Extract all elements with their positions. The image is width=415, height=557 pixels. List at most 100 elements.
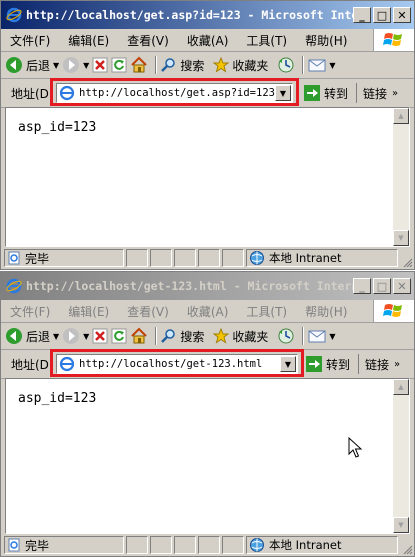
links-button[interactable]: 链接 »: [356, 83, 398, 103]
star-icon: [213, 328, 230, 344]
vertical-scrollbar[interactable]: ▲ ▼: [393, 379, 409, 533]
resize-grip-icon[interactable]: [401, 543, 413, 555]
toolbar-separator: [155, 327, 158, 345]
minimize-button[interactable]: _: [353, 278, 371, 294]
status-panel: [126, 249, 148, 267]
menu-view[interactable]: 查看(V): [118, 303, 178, 320]
menu-file[interactable]: 文件(F): [1, 32, 59, 49]
menu-view[interactable]: 查看(V): [118, 32, 178, 49]
scroll-up-button[interactable]: ▲: [393, 379, 409, 395]
security-zone-panel: 本地 Intranet: [246, 249, 398, 267]
address-bar: 地址(D) http://localhost/get-123.html ▼ 转到…: [1, 349, 414, 379]
browser-window-get-html: http://localhost/get-123.html - Microsof…: [0, 271, 415, 557]
favorites-button[interactable]: 收藏夹: [213, 328, 268, 345]
search-button[interactable]: 搜索: [161, 328, 204, 345]
menu-tools[interactable]: 工具(T): [237, 303, 296, 320]
ie-icon: [6, 7, 22, 23]
chevron-down-icon[interactable]: ▼: [329, 332, 335, 341]
status-panel: [222, 249, 244, 267]
chevron-down-icon[interactable]: ▼: [83, 61, 89, 70]
toolbar-separator: [302, 327, 305, 345]
refresh-button[interactable]: [111, 328, 127, 344]
title-bar[interactable]: http://localhost/get-123.html - Microsof…: [1, 272, 414, 300]
maximize-button[interactable]: □: [373, 7, 391, 23]
menu-tools[interactable]: 工具(T): [237, 32, 296, 49]
address-url: http://localhost/get-123.html: [79, 358, 263, 370]
chevron-down-icon[interactable]: ▼: [83, 332, 89, 341]
mail-icon: [308, 330, 326, 343]
menu-favorites[interactable]: 收藏(A): [178, 303, 238, 320]
scroll-down-button[interactable]: ▼: [393, 230, 409, 246]
standard-toolbar: 后退 ▼ ▼ 搜索 收藏夹 ▼: [1, 323, 414, 350]
menu-help[interactable]: 帮助(H): [296, 32, 356, 49]
search-button[interactable]: 搜索: [161, 57, 204, 74]
chevron-down-icon[interactable]: ▼: [53, 332, 59, 341]
menu-bar: 文件(F) 编辑(E) 查看(V) 收藏(A) 工具(T) 帮助(H): [1, 29, 414, 52]
status-panel: [198, 536, 220, 554]
status-panel: [150, 536, 172, 554]
history-button[interactable]: [277, 327, 295, 345]
go-arrow-icon: [306, 356, 322, 372]
toolbar-separator: [302, 56, 305, 74]
menu-favorites[interactable]: 收藏(A): [178, 32, 238, 49]
intranet-globe-icon: [250, 538, 264, 552]
window-title: http://localhost/get.asp?id=123 - Micros…: [26, 8, 353, 22]
refresh-button[interactable]: [111, 57, 127, 73]
home-button[interactable]: [130, 56, 148, 74]
title-bar[interactable]: http://localhost/get.asp?id=123 - Micros…: [1, 1, 414, 29]
back-button[interactable]: 后退 ▼: [5, 327, 59, 345]
menu-edit[interactable]: 编辑(E): [59, 32, 118, 49]
close-button[interactable]: ✕: [393, 7, 411, 23]
search-icon: [161, 58, 176, 72]
go-arrow-icon: [304, 85, 320, 101]
back-button[interactable]: 后退 ▼: [5, 56, 59, 74]
status-bar: 完毕 本地 Intranet: [1, 534, 414, 556]
star-icon: [213, 57, 230, 73]
close-button[interactable]: ✕: [393, 278, 411, 294]
forward-button[interactable]: ▼: [62, 56, 89, 74]
menu-file[interactable]: 文件(F): [1, 303, 59, 320]
stop-icon: [92, 328, 108, 344]
search-icon: [161, 329, 176, 343]
address-dropdown-button[interactable]: ▼: [280, 356, 296, 372]
links-button[interactable]: 链接 »: [358, 354, 400, 374]
mail-button[interactable]: ▼: [308, 328, 336, 344]
scroll-down-button[interactable]: ▼: [393, 517, 409, 533]
status-panel: [174, 249, 196, 267]
mail-button[interactable]: ▼: [308, 57, 336, 73]
home-icon: [131, 327, 148, 344]
chevron-down-icon[interactable]: ▼: [329, 61, 335, 70]
minimize-button[interactable]: _: [353, 7, 371, 23]
stop-button[interactable]: [92, 328, 108, 344]
resize-grip-icon[interactable]: [401, 256, 413, 268]
forward-button[interactable]: ▼: [62, 327, 89, 345]
history-button[interactable]: [277, 56, 295, 74]
status-panel: [174, 536, 196, 554]
maximize-button[interactable]: □: [373, 278, 391, 294]
address-field[interactable]: http://localhost/get-123.html ▼: [56, 354, 298, 374]
stop-button[interactable]: [92, 57, 108, 73]
intranet-globe-icon: [250, 251, 264, 265]
page-done-icon: [8, 538, 20, 552]
menu-help[interactable]: 帮助(H): [296, 303, 356, 320]
chevron-right-icon: »: [394, 358, 401, 370]
windows-logo-icon: [373, 300, 414, 322]
menu-edit[interactable]: 编辑(E): [59, 303, 118, 320]
vertical-scrollbar[interactable]: ▲ ▼: [393, 108, 409, 246]
page-content: asp_id=123 ▲ ▼: [5, 107, 410, 247]
go-button[interactable]: 转到: [303, 84, 348, 102]
address-field[interactable]: http://localhost/get.asp?id=123 ▼: [56, 83, 293, 103]
scroll-up-button[interactable]: ▲: [393, 108, 409, 124]
page-content: asp_id=123 ▲ ▼: [5, 378, 410, 534]
mail-icon: [308, 59, 326, 72]
address-label: 地址(D): [11, 86, 54, 101]
favorites-button[interactable]: 收藏夹: [213, 57, 268, 74]
home-button[interactable]: [130, 327, 148, 345]
status-panel: [222, 536, 244, 554]
status-panel: [126, 536, 148, 554]
go-button[interactable]: 转到: [305, 355, 350, 373]
status-bar: 完毕 本地 Intranet: [1, 247, 414, 269]
history-icon: [278, 57, 294, 73]
chevron-down-icon[interactable]: ▼: [53, 61, 59, 70]
address-dropdown-button[interactable]: ▼: [275, 85, 291, 101]
